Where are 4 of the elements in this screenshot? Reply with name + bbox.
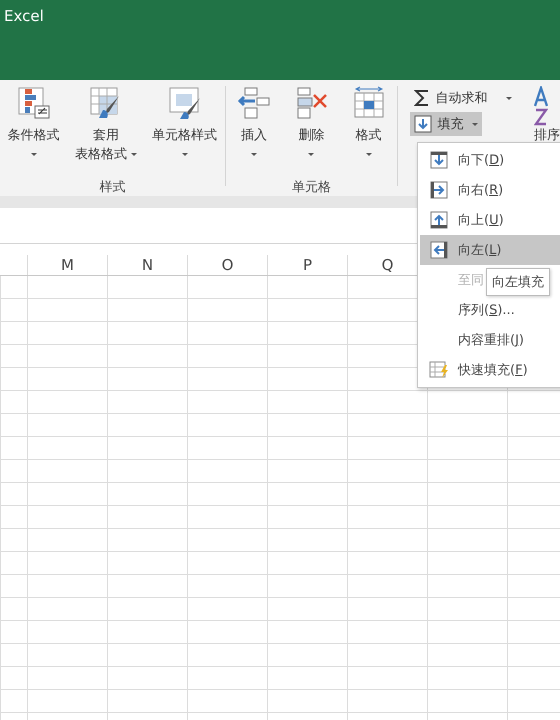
- group-label: 样式: [99, 179, 126, 196]
- window-title: Excel: [4, 7, 44, 25]
- group-label: 单元格: [292, 179, 331, 196]
- tooltip: 向左填充: [486, 268, 550, 296]
